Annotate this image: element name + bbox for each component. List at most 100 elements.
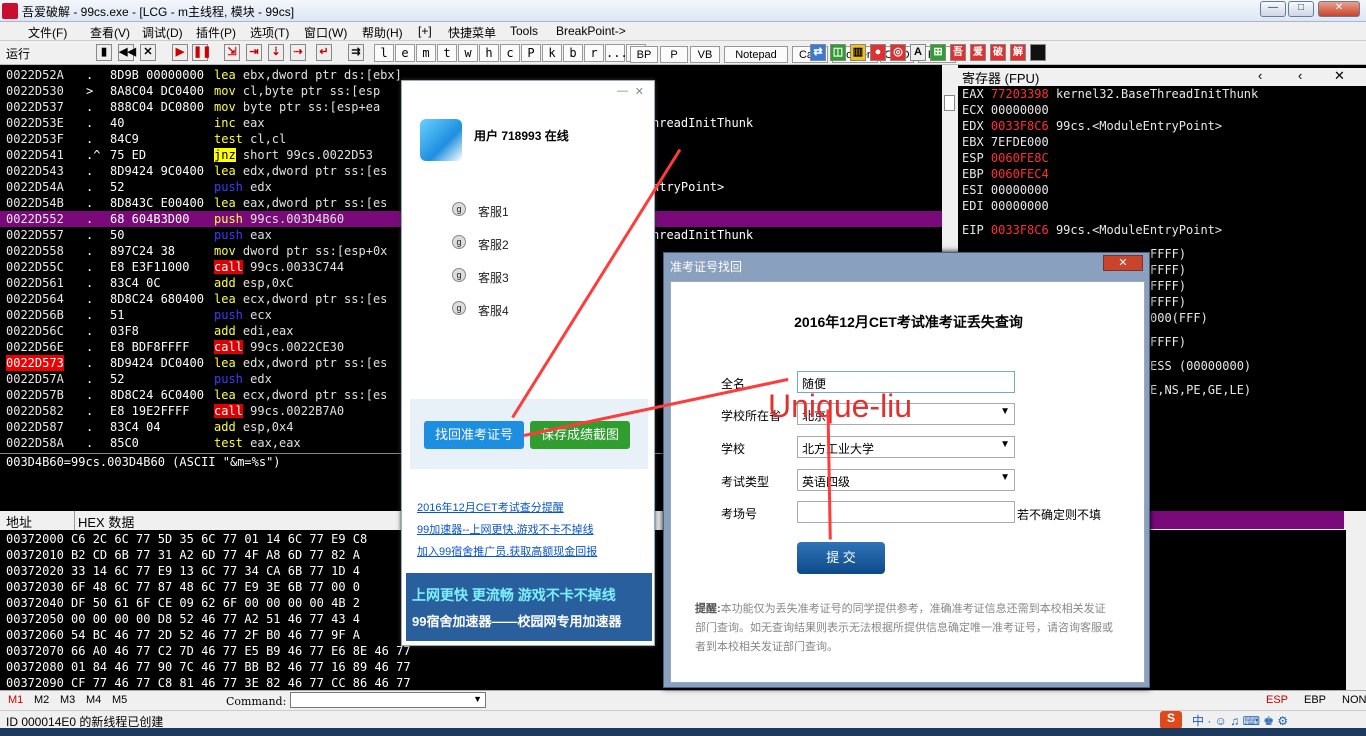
menu-item[interactable]: BreakPoint-> bbox=[556, 24, 626, 38]
quick-launch-button[interactable]: BP bbox=[630, 46, 658, 63]
quick-launch-button[interactable]: Notepad bbox=[724, 46, 788, 63]
service-item[interactable]: g 客服4 bbox=[452, 301, 509, 319]
maximize-button[interactable]: □ bbox=[1288, 1, 1314, 17]
tool-icon[interactable]: ▥ bbox=[850, 44, 866, 61]
record-icon[interactable]: ● bbox=[870, 44, 886, 61]
register-row[interactable]: ESP 0060FE8C bbox=[962, 151, 1056, 165]
close-file-icon[interactable]: ✕ bbox=[140, 44, 156, 61]
view-button[interactable]: k bbox=[542, 44, 562, 62]
ime-tray-icons[interactable]: 中 · ☺ ♫ ⌨ ♚ ⚙ bbox=[1192, 712, 1288, 729]
view-button[interactable]: l bbox=[374, 44, 394, 62]
prev2-arrow-icon[interactable]: ‹ bbox=[1298, 68, 1302, 83]
execute-till-return-icon[interactable]: ↵ bbox=[316, 44, 332, 61]
trace-into-icon[interactable]: ⇣ bbox=[268, 44, 284, 61]
register-row[interactable]: EAX 77203398 kernel32.BaseThreadInitThun… bbox=[962, 87, 1258, 101]
dump-row[interactable]: 00372020 33 14 6C 77 E9 13 6C 77 34 CA 6… bbox=[6, 563, 360, 579]
view-button[interactable]: h bbox=[479, 44, 499, 62]
register-row[interactable]: ECX 00000000 bbox=[962, 103, 1056, 117]
promo-link[interactable]: 2016年12月CET考试查分提醒 bbox=[417, 499, 564, 515]
open-icon[interactable]: ▮ bbox=[96, 44, 112, 61]
service-item[interactable]: g 客服2 bbox=[452, 235, 509, 253]
register-row[interactable]: EBP 0060FEC4 bbox=[962, 167, 1056, 181]
menu-item[interactable]: 插件(P) bbox=[196, 24, 236, 41]
dialog-close-button[interactable]: ✕ bbox=[1103, 255, 1143, 271]
menu-item[interactable]: 帮助(H) bbox=[362, 24, 403, 41]
view-button[interactable]: c bbox=[500, 44, 520, 62]
refresh-icon[interactable]: ⇄ bbox=[810, 44, 826, 61]
memory-tab[interactable]: M2 bbox=[34, 694, 49, 706]
service-item[interactable]: g 客服3 bbox=[452, 268, 509, 286]
ad-banner[interactable]: 上网更快 更流畅 游戏不卡不掉线 99宿舍加速器——校园网专用加速器 bbox=[406, 573, 652, 641]
close-pane-icon[interactable]: ✕ bbox=[1334, 68, 1345, 84]
find-ticket-button[interactable]: 找回准考证号 bbox=[424, 421, 524, 449]
goto-icon[interactable]: ⇉ bbox=[348, 44, 364, 61]
step-over-icon[interactable]: ⇥ bbox=[246, 44, 262, 61]
register-row[interactable]: EDI 00000000 bbox=[962, 199, 1056, 213]
step-into-icon[interactable]: ⇲ bbox=[224, 44, 240, 61]
registers-header: 寄存器 (FPU) ‹ ‹ ✕ bbox=[958, 68, 1366, 86]
view-button[interactable]: P bbox=[521, 44, 541, 62]
memory-tab[interactable]: M4 bbox=[86, 694, 101, 706]
register-row[interactable]: EDX 0033F8C6 99cs.<ModuleEntryPoint> bbox=[962, 119, 1222, 133]
chat-minimize-icon[interactable]: — bbox=[617, 85, 628, 97]
text-icon[interactable]: A bbox=[910, 44, 926, 61]
close-button[interactable]: ✕ bbox=[1318, 1, 1360, 17]
pause-icon[interactable]: ❚❚ bbox=[192, 44, 211, 61]
ai-icon[interactable]: 爱 bbox=[970, 44, 986, 61]
po-icon[interactable]: 破 bbox=[990, 44, 1006, 61]
rewind-icon[interactable]: ◀◀ bbox=[118, 44, 136, 61]
dump-row[interactable]: 00372070 66 A0 46 77 C2 7D 46 77 E5 B9 4… bbox=[6, 643, 411, 659]
plugin-icon[interactable]: ◫ bbox=[830, 44, 846, 61]
memory-tab[interactable]: M1 bbox=[8, 694, 23, 706]
dump-scrollbar[interactable] bbox=[1346, 530, 1366, 690]
menu-item[interactable]: 文件(F) bbox=[28, 24, 67, 41]
dump-row[interactable]: 00372080 01 84 46 77 90 7C 46 77 BB B2 4… bbox=[6, 659, 411, 675]
dump-row[interactable]: 00372060 54 BC 46 77 2D 52 46 77 2F B0 4… bbox=[6, 627, 360, 643]
register-row[interactable]: EBX 7EFDE000 bbox=[962, 135, 1056, 149]
wu-icon[interactable]: 吾 bbox=[950, 44, 966, 61]
memory-tab[interactable]: M3 bbox=[60, 694, 75, 706]
register-eip[interactable]: EIP 0033F8C6 99cs.<ModuleEntryPoint> bbox=[962, 223, 1222, 237]
disasm-hex: E8 19E2FFFF bbox=[110, 404, 190, 418]
view-button[interactable]: e bbox=[395, 44, 415, 62]
run-icon[interactable]: ▶ bbox=[172, 44, 188, 61]
submit-button[interactable]: 提 交 bbox=[797, 542, 885, 574]
black-icon[interactable] bbox=[1030, 44, 1046, 61]
dump-row[interactable]: 00372000 C6 2C 6C 77 5D 35 6C 77 01 14 6… bbox=[6, 531, 367, 547]
save-score-button[interactable]: 保存成绩截图 bbox=[530, 421, 630, 449]
view-button[interactable]: m bbox=[416, 44, 436, 62]
menu-item[interactable]: 查看(V) bbox=[90, 24, 130, 41]
view-button[interactable]: r bbox=[584, 44, 604, 62]
quick-launch-button[interactable]: P bbox=[660, 46, 688, 63]
menu-item[interactable]: 选项(T) bbox=[250, 24, 289, 41]
trace-over-icon[interactable]: ⇢ bbox=[290, 44, 306, 61]
menu-item[interactable]: [+] bbox=[418, 24, 432, 38]
menu-item[interactable]: 调试(D) bbox=[142, 24, 183, 41]
service-item[interactable]: g 客服1 bbox=[452, 202, 509, 220]
dump-row[interactable]: 00372090 CF 77 46 77 C8 81 46 77 3E 82 4… bbox=[6, 675, 411, 691]
view-button[interactable]: b bbox=[563, 44, 583, 62]
promo-link[interactable]: 加入99宿舍推广员,获取高额现金回报 bbox=[417, 543, 597, 559]
sogou-ime-icon[interactable]: S bbox=[1160, 711, 1182, 729]
target-icon[interactable]: ◎ bbox=[890, 44, 906, 61]
menu-item[interactable]: 快捷菜单 bbox=[448, 24, 496, 41]
memory-tab[interactable]: M5 bbox=[112, 694, 127, 706]
check-icon[interactable]: ⊞ bbox=[930, 44, 946, 61]
menu-item[interactable]: 窗口(W) bbox=[304, 24, 347, 41]
view-button[interactable]: ... bbox=[605, 44, 628, 62]
minimize-button[interactable]: — bbox=[1260, 1, 1286, 17]
register-row[interactable]: ESI 00000000 bbox=[962, 183, 1056, 197]
promo-link[interactable]: 99加速器--上网更快,游戏不卡不掉线 bbox=[417, 521, 594, 537]
view-button[interactable]: w bbox=[458, 44, 478, 62]
dump-row[interactable]: 00372040 DF 50 61 6F CE 09 62 6F 00 00 0… bbox=[6, 595, 360, 611]
dump-row[interactable]: 00372030 6F 48 6C 77 87 48 6C 77 E9 3E 6… bbox=[6, 579, 360, 595]
dump-row[interactable]: 00372010 B2 CD 6B 77 31 A2 6D 77 4F A8 6… bbox=[6, 547, 360, 563]
prev-arrow-icon[interactable]: ‹ bbox=[1258, 68, 1262, 83]
command-input[interactable]: ▼ bbox=[290, 692, 486, 708]
quick-launch-button[interactable]: VB bbox=[690, 46, 720, 63]
view-button[interactable]: t bbox=[437, 44, 457, 62]
menu-item[interactable]: Tools bbox=[510, 24, 538, 38]
dump-row[interactable]: 00372050 00 00 00 00 D8 52 46 77 A2 51 4… bbox=[6, 611, 360, 627]
chat-close-icon[interactable]: ✕ bbox=[635, 85, 644, 98]
jie-icon[interactable]: 解 bbox=[1010, 44, 1026, 61]
